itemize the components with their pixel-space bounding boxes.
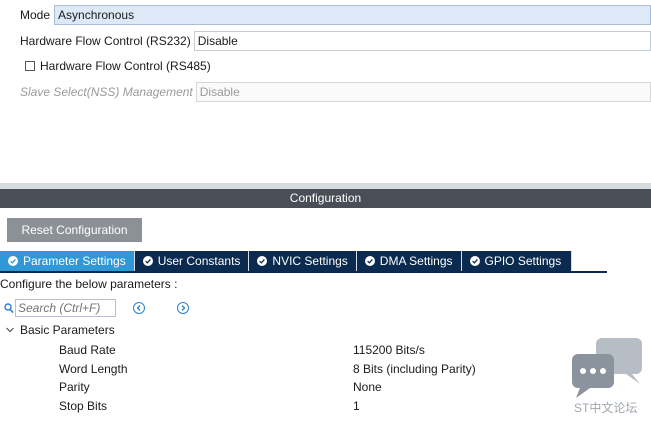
chevron-down-icon xyxy=(6,327,14,333)
hardware-flow-rs232-select[interactable]: Disable xyxy=(193,31,651,51)
check-circle-icon xyxy=(469,256,480,266)
tab-label: Parameter Settings xyxy=(23,254,126,268)
param-value-baud-rate[interactable]: 115200 Bits/s xyxy=(353,343,425,357)
check-circle-icon xyxy=(142,256,153,266)
search-icon xyxy=(4,302,14,314)
chevron-right-circle-icon xyxy=(181,305,186,311)
chevron-left-circle-icon xyxy=(136,305,141,311)
configure-instructions: Configure the below parameters : xyxy=(0,277,178,291)
configuration-header: Configuration xyxy=(0,189,651,208)
tab-label: GPIO Settings xyxy=(484,254,562,268)
tab-label: NVIC Settings xyxy=(272,254,348,268)
tab-label: User Constants xyxy=(157,254,241,268)
configuration-tabs: Parameter Settings User Constants NVIC S… xyxy=(0,251,573,271)
tab-parameter-settings[interactable]: Parameter Settings xyxy=(0,251,135,271)
search-row xyxy=(4,298,189,318)
slave-select-row: Slave Select(NSS) Management Disable xyxy=(0,81,651,103)
check-circle-icon xyxy=(257,256,268,266)
param-name-parity: Parity xyxy=(59,380,90,394)
reset-configuration-button[interactable]: Reset Configuration xyxy=(7,218,142,242)
tab-dma-settings[interactable]: DMA Settings xyxy=(356,251,462,271)
search-input[interactable] xyxy=(15,299,116,317)
param-value-stop-bits[interactable]: 1 xyxy=(353,399,360,413)
param-name-word-length: Word Length xyxy=(59,362,128,376)
watermark-text: ST中文论坛 xyxy=(574,401,638,415)
mode-select[interactable]: Asynchronous xyxy=(54,5,651,25)
param-value-parity[interactable]: None xyxy=(353,380,382,394)
param-name-stop-bits: Stop Bits xyxy=(59,399,108,413)
param-name-baud-rate: Baud Rate xyxy=(59,343,116,357)
hardware-flow-rs485-checkbox[interactable] xyxy=(25,61,35,71)
hardware-flow-rs485-label: Hardware Flow Control (RS485) xyxy=(40,59,211,73)
slave-select-field: Disable xyxy=(195,82,651,102)
slave-select-label: Slave Select(NSS) Management xyxy=(20,85,193,99)
check-circle-icon xyxy=(8,256,18,266)
tab-underline xyxy=(0,271,607,273)
param-value-word-length[interactable]: 8 Bits (including Parity) xyxy=(353,362,476,376)
hardware-flow-rs232-row: Hardware Flow Control (RS232) Disable xyxy=(0,30,651,52)
tab-gpio-settings[interactable]: GPIO Settings xyxy=(461,251,573,271)
hardware-flow-rs485-row: Hardware Flow Control (RS485) xyxy=(0,56,651,76)
section-title: Basic Parameters xyxy=(20,323,115,337)
tab-nvic-settings[interactable]: NVIC Settings xyxy=(249,251,357,271)
mode-label: Mode xyxy=(20,8,51,22)
search-next-button[interactable] xyxy=(177,302,189,314)
search-prev-button[interactable] xyxy=(133,302,145,314)
hardware-flow-rs232-label: Hardware Flow Control (RS232) xyxy=(20,34,191,48)
mode-row: Mode Asynchronous xyxy=(0,4,651,26)
check-circle-icon xyxy=(364,256,375,266)
tab-user-constants[interactable]: User Constants xyxy=(134,251,250,271)
basic-parameters-header[interactable]: Basic Parameters xyxy=(5,323,115,337)
tab-label: DMA Settings xyxy=(379,254,453,268)
